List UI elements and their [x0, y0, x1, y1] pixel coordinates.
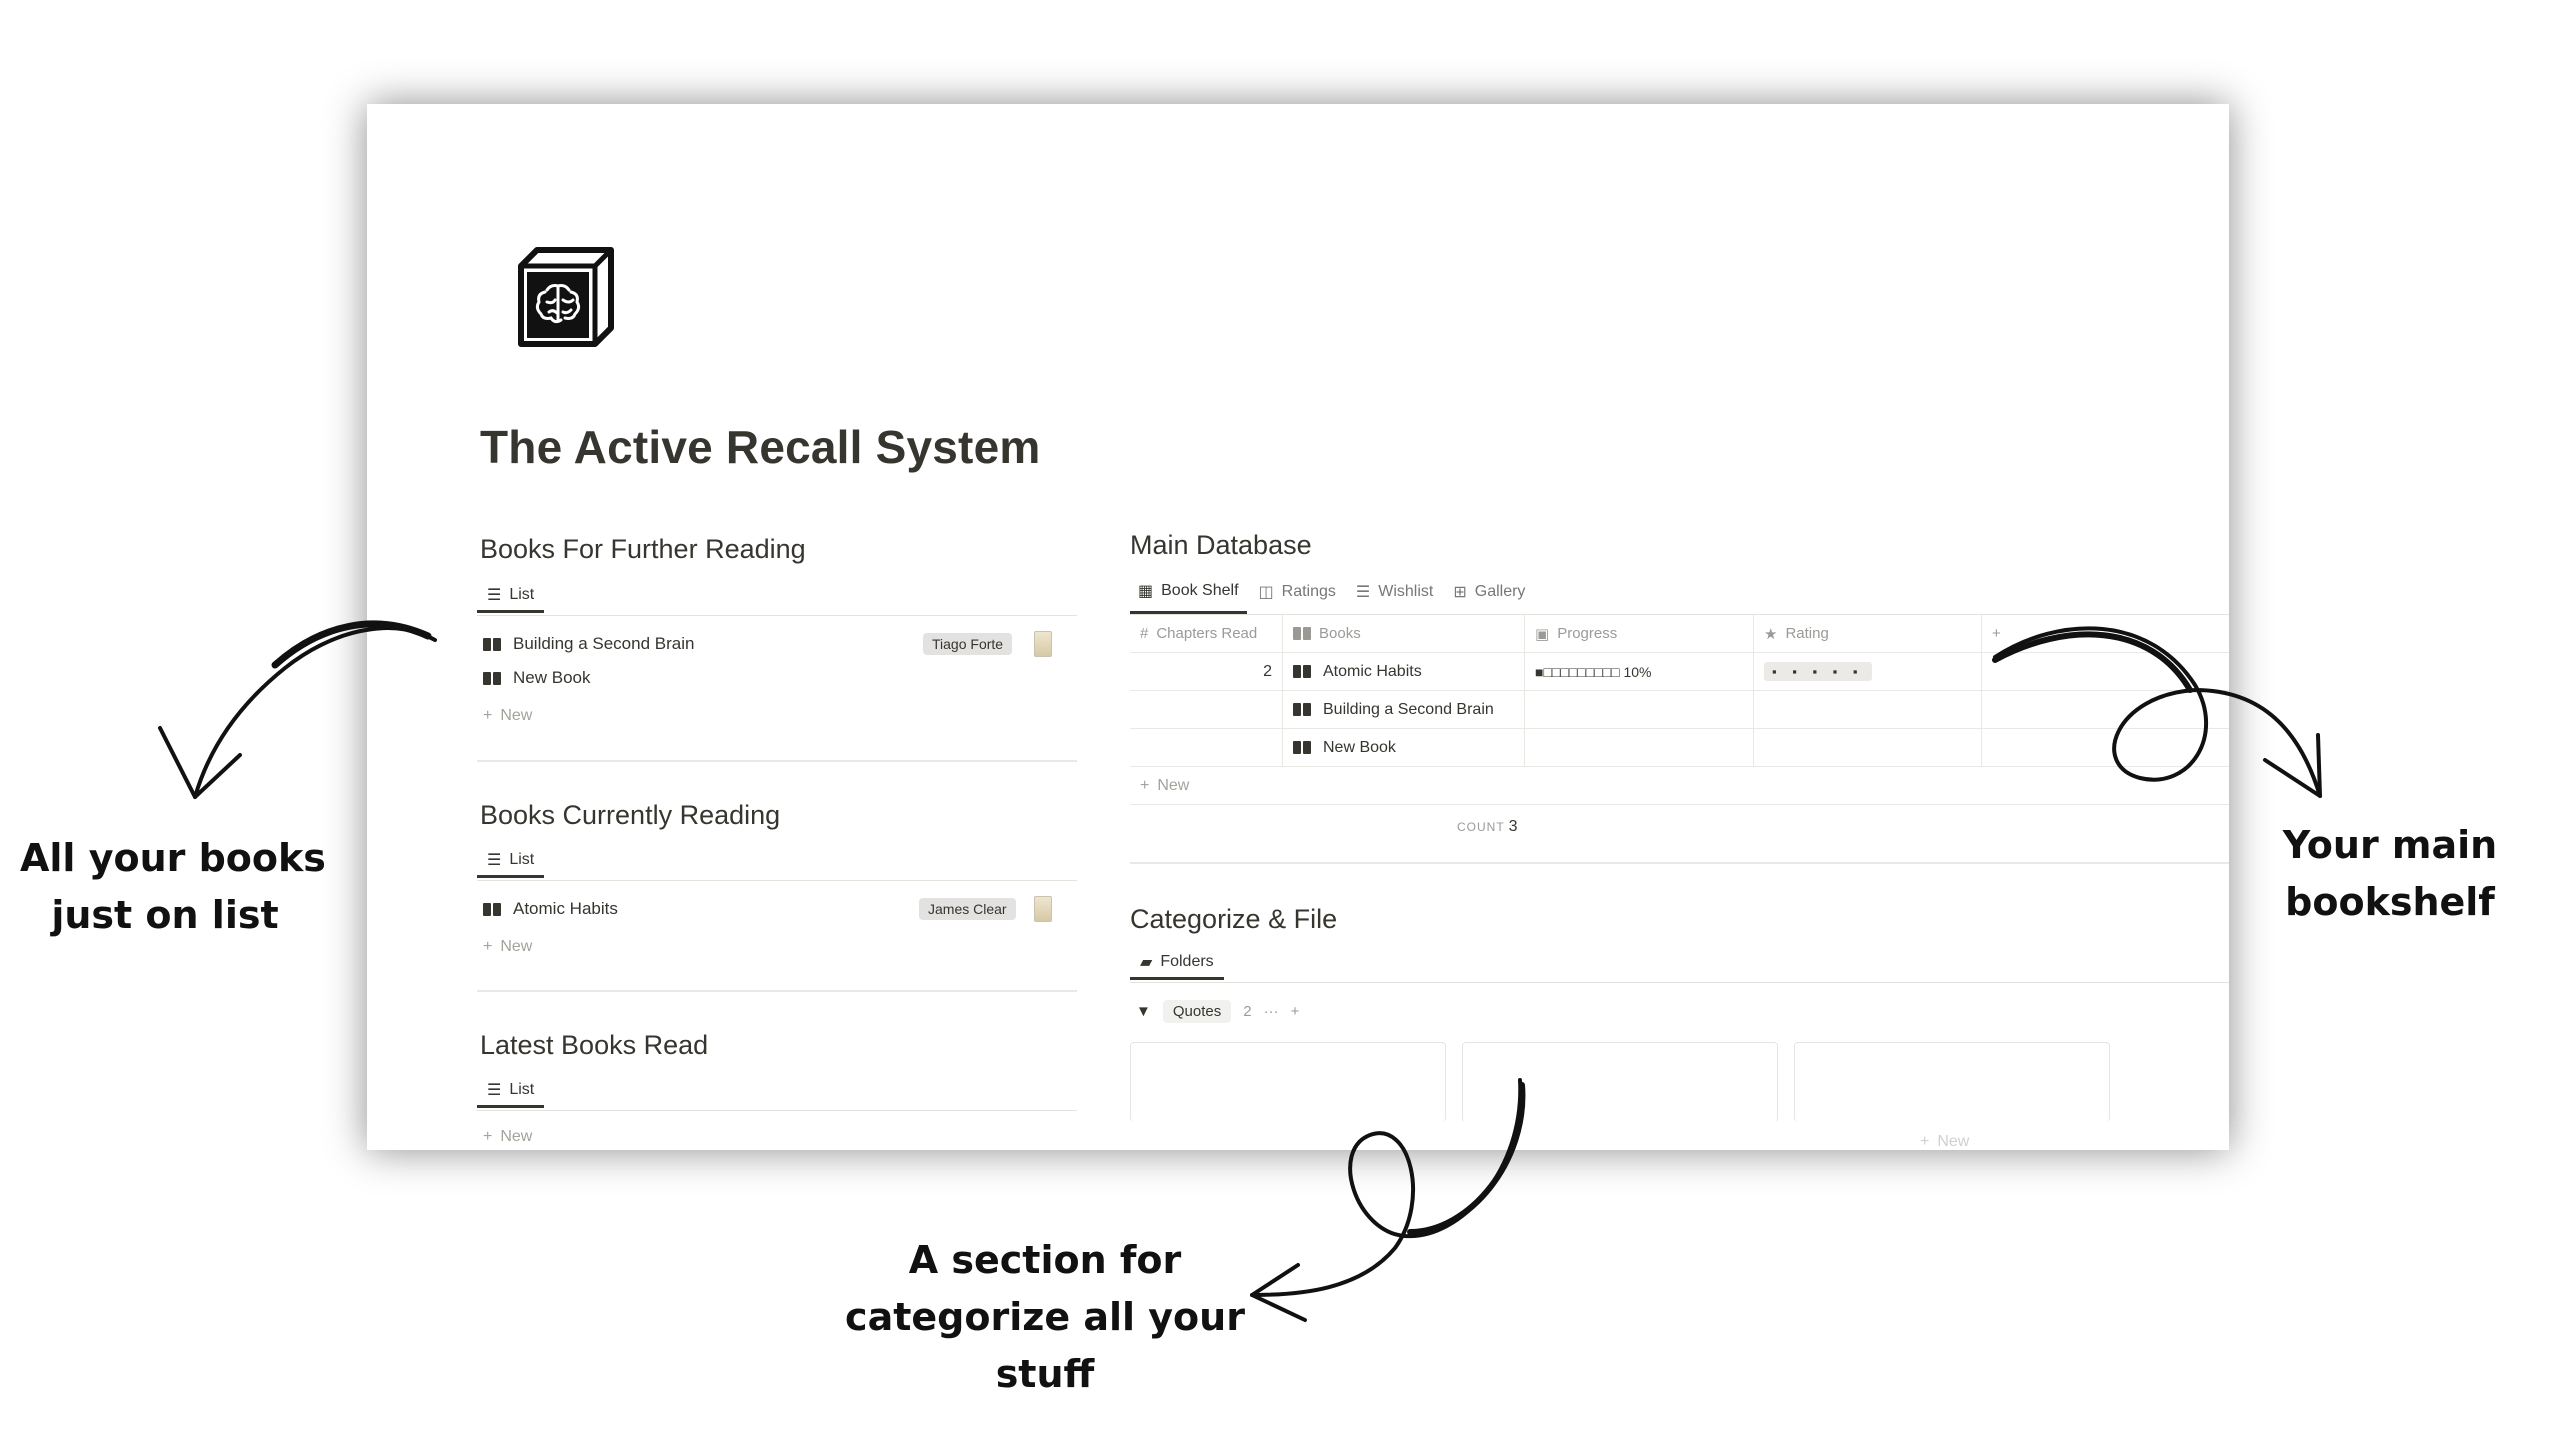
annotation-line: A section for: [908, 1238, 1182, 1282]
annotation-line: categorize all your: [845, 1295, 1245, 1339]
annotation-line: stuff: [995, 1352, 1095, 1396]
annotation-line: just on list: [51, 893, 279, 937]
annotation-line: bookshelf: [2285, 880, 2495, 924]
annotation-left: All your books just on list: [20, 830, 326, 944]
arrow-bottom: [1250, 1078, 1523, 1297]
annotation-arrows: [158, 620, 2322, 1322]
annotation-line: Your main: [2282, 823, 2498, 867]
annotation-line: All your books: [20, 836, 326, 880]
arrowhead-right: [2263, 733, 2322, 798]
arrow-left: [193, 626, 437, 799]
annotation-right: Your main bookshelf: [2245, 817, 2535, 931]
annotation-bottom: A section for categorize all your stuff: [845, 1232, 1245, 1403]
